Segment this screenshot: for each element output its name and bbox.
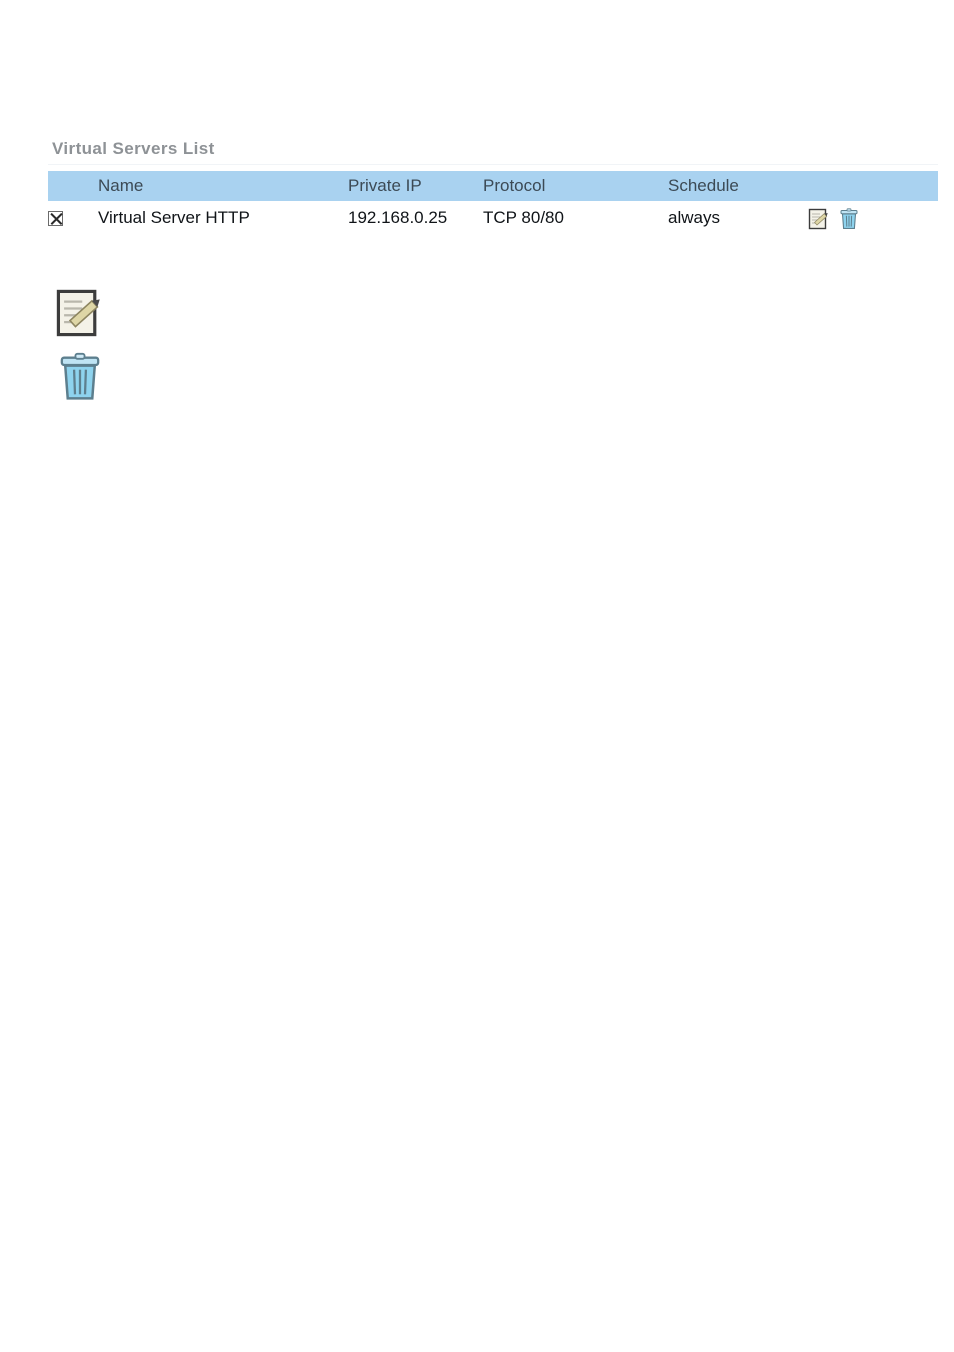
row-name: Virtual Server HTTP: [98, 201, 348, 235]
row-select-cell: [48, 201, 98, 235]
icon-legend: [55, 288, 105, 402]
virtual-servers-table: Name Private IP Protocol Schedule Virtua…: [48, 171, 938, 235]
legend-edit-row: [55, 288, 105, 338]
column-header-name: Name: [98, 176, 144, 195]
row-protocol: TCP 80/80: [483, 201, 668, 235]
row-checkbox[interactable]: [48, 211, 63, 227]
row-private-ip: 192.168.0.25: [348, 201, 483, 235]
page-title: Virtual Servers List: [48, 138, 938, 165]
table-body: Virtual Server HTTP 192.168.0.25 TCP 80/…: [48, 201, 938, 235]
virtual-servers-panel: Virtual Servers List Name Private IP Pro…: [48, 138, 938, 235]
table-row: Virtual Server HTTP 192.168.0.25 TCP 80/…: [48, 201, 938, 235]
column-header-private-ip: Private IP: [348, 176, 422, 195]
column-header-schedule: Schedule: [668, 176, 739, 195]
edit-note-icon[interactable]: [55, 288, 105, 338]
row-actions-cell: [808, 201, 938, 235]
trash-can-icon[interactable]: [838, 207, 860, 230]
table-header: Name Private IP Protocol Schedule: [48, 171, 938, 201]
trash-can-icon[interactable]: [55, 352, 105, 402]
row-schedule: always: [668, 201, 808, 235]
edit-note-icon[interactable]: [808, 208, 830, 230]
column-header-actions: [808, 171, 938, 201]
column-header-select: [48, 171, 98, 201]
table-header-row: Name Private IP Protocol Schedule: [48, 171, 938, 201]
column-header-protocol: Protocol: [483, 176, 546, 195]
legend-delete-row: [55, 352, 105, 402]
